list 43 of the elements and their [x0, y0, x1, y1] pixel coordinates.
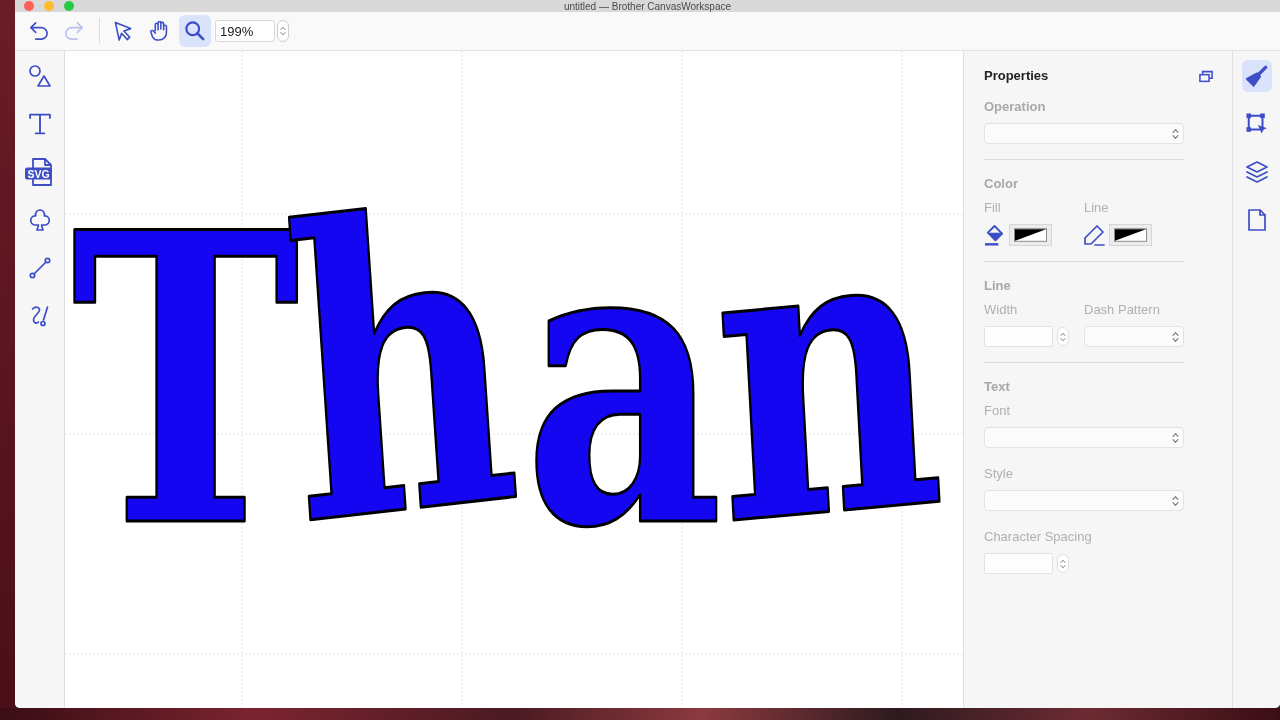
field-label: Line — [1084, 199, 1109, 217]
undo-icon — [29, 21, 49, 41]
properties-tab[interactable] — [1241, 60, 1272, 92]
magnifier-icon — [185, 21, 205, 41]
field-label: Width — [984, 301, 1018, 319]
layers-icon — [1245, 161, 1268, 183]
color-swatch-icon — [1114, 228, 1147, 242]
circle-triangle-icon — [28, 65, 51, 87]
up-down-arrows-icon — [1060, 557, 1066, 570]
window-title: untitled — Brother CanvasWorkspace — [563, 1, 732, 14]
canvas-text: Than — [71, 121, 963, 615]
up-down-arrows-icon — [1060, 330, 1066, 343]
section-heading: Operation — [984, 98, 1046, 116]
panel-title: Properties — [984, 67, 1049, 85]
section-heading: Color — [984, 175, 1018, 193]
pencil-icon — [1084, 224, 1105, 246]
up-down-arrows-icon — [1172, 431, 1179, 444]
pointer-icon — [113, 21, 133, 41]
field-label: Character Spacing — [984, 528, 1092, 546]
field-label: Font — [984, 402, 1010, 420]
redo-icon — [64, 21, 84, 41]
paintbrush-icon — [1245, 65, 1268, 87]
page-icon — [1245, 209, 1268, 231]
zoom-field[interactable]: 199% — [215, 20, 275, 42]
field-label: Style — [984, 465, 1013, 483]
zoom-tool-button[interactable] — [179, 15, 211, 47]
section-heading: Text — [984, 378, 1010, 396]
up-down-arrows-icon — [1172, 330, 1179, 343]
window-restore-icon — [1199, 69, 1213, 83]
color-swatch-icon — [1014, 228, 1047, 242]
field-label: Dash Pattern — [1084, 301, 1160, 319]
field-label: Fill — [984, 199, 1001, 217]
selection-frame-icon — [1245, 113, 1268, 135]
up-down-arrows-icon — [280, 25, 286, 37]
up-down-arrows-icon — [1172, 127, 1179, 140]
up-down-arrows-icon — [1172, 494, 1179, 507]
hand-icon — [149, 21, 169, 41]
section-heading: Line — [984, 277, 1011, 295]
text-icon — [28, 113, 51, 135]
svg-import-button[interactable]: SVG — [19, 152, 60, 192]
paint-bucket-icon — [984, 224, 1005, 246]
club-icon — [28, 209, 51, 231]
line-segment-icon — [28, 257, 51, 279]
